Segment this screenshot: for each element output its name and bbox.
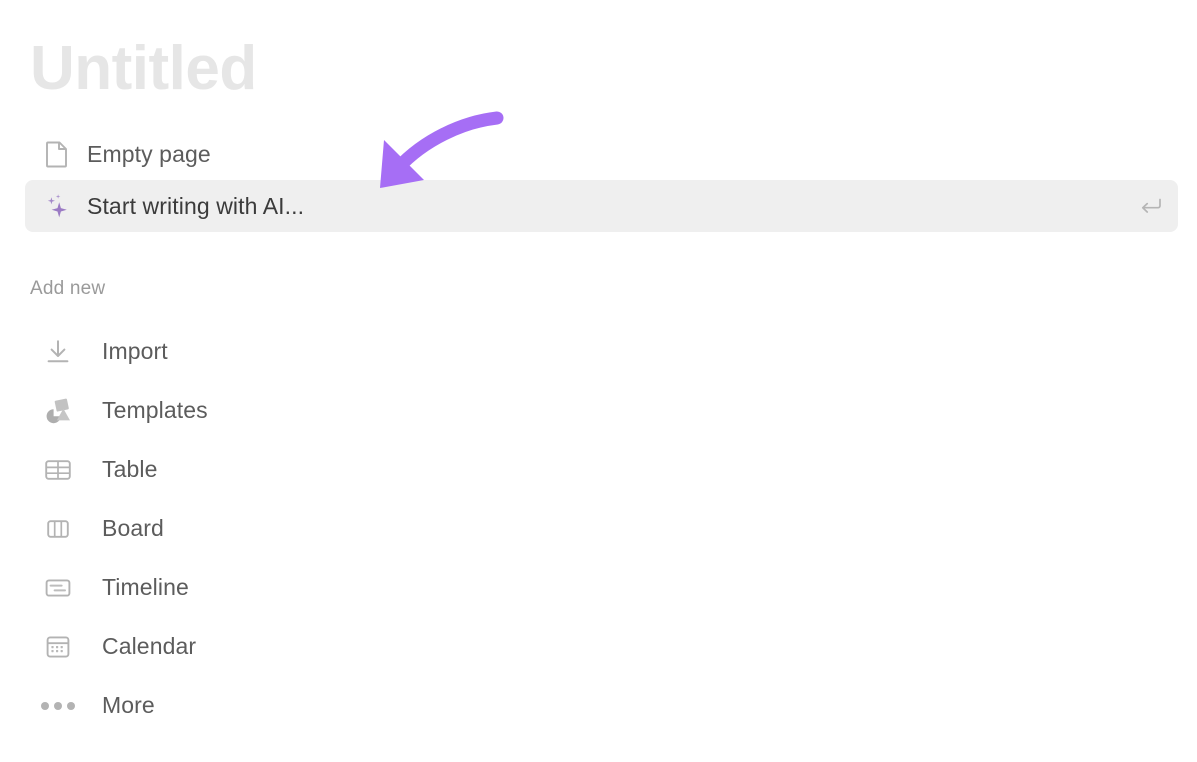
menu-item-templates[interactable]: Templates (0, 381, 1197, 440)
download-arrow-icon (42, 336, 74, 368)
calendar-icon (42, 631, 74, 663)
table-grid-icon (42, 454, 74, 486)
board-columns-icon (42, 513, 74, 545)
menu-item-more[interactable]: More (0, 676, 1197, 735)
menu-item-calendar-label: Calendar (102, 633, 197, 659)
ellipsis-more-icon (41, 690, 75, 722)
menu-item-more-label: More (102, 692, 155, 718)
primary-options-list: Empty page Start writing with AI... (0, 128, 1197, 232)
add-new-list: Import Templates Table Board Timeline Ca… (0, 322, 1197, 735)
section-header-add-new: Add new (30, 278, 106, 299)
enter-return-icon (1138, 193, 1164, 219)
menu-item-timeline[interactable]: Timeline (0, 558, 1197, 617)
menu-item-board-label: Board (102, 515, 164, 541)
option-start-writing-with-ai[interactable]: Start writing with AI... (25, 180, 1178, 232)
ai-sparkle-icon (42, 191, 72, 221)
page-title: Untitled (30, 34, 257, 103)
menu-item-table-label: Table (102, 456, 158, 482)
timeline-bars-icon (42, 572, 74, 604)
menu-item-board[interactable]: Board (0, 499, 1197, 558)
menu-item-import[interactable]: Import (0, 322, 1197, 381)
option-empty-page-label: Empty page (87, 140, 211, 167)
templates-shapes-icon (42, 395, 74, 427)
menu-item-timeline-label: Timeline (102, 574, 189, 600)
option-empty-page[interactable]: Empty page (25, 128, 1178, 180)
document-page-icon (42, 139, 72, 169)
menu-item-calendar[interactable]: Calendar (0, 617, 1197, 676)
option-start-writing-with-ai-label: Start writing with AI... (87, 192, 305, 219)
menu-item-import-label: Import (102, 338, 168, 364)
menu-item-templates-label: Templates (102, 397, 208, 423)
menu-item-table[interactable]: Table (0, 440, 1197, 499)
new-page-menu: Untitled Empty page Start writing with A… (0, 0, 1197, 762)
